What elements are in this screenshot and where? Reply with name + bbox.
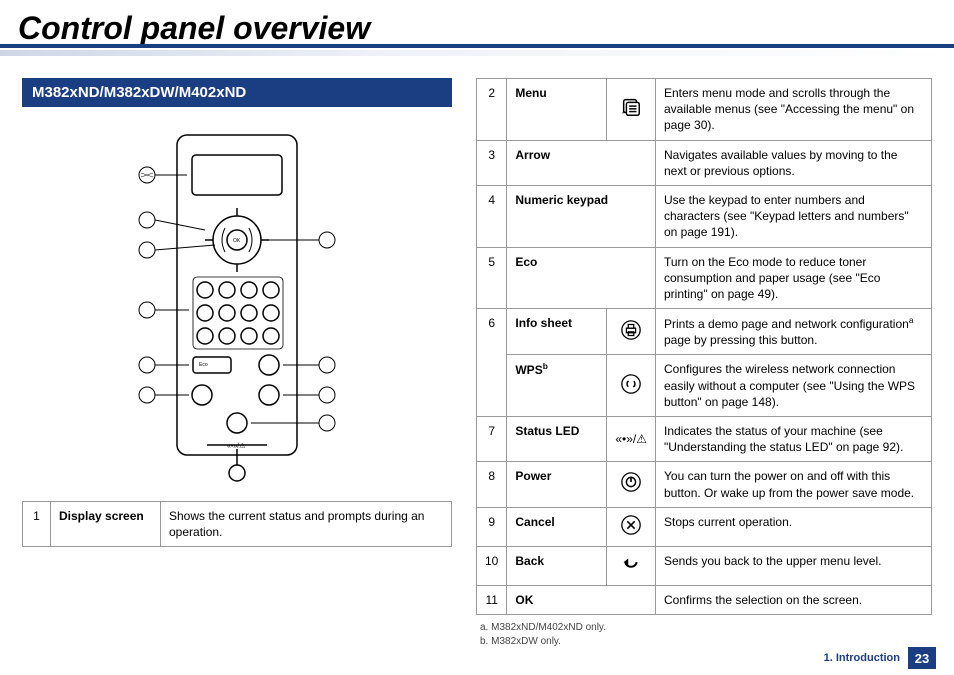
- cell-num: 6: [477, 309, 507, 417]
- page-number: 23: [908, 647, 936, 669]
- table-row: 4 Numeric keypad Use the keypad to enter…: [477, 185, 932, 247]
- cell-name: Menu: [507, 79, 607, 141]
- cell-desc: You can turn the power on and off with t…: [656, 462, 932, 507]
- cell-name: Display screen: [51, 502, 161, 547]
- svg-text:OK: OK: [233, 238, 241, 244]
- header-rule: [0, 44, 954, 58]
- table-left: 1 Display screen Shows the current statu…: [22, 501, 452, 547]
- print-icon: [607, 309, 656, 355]
- footnotes: a. M382xND/M402xND only. b. M382xDW only…: [476, 615, 932, 649]
- cell-name: Numeric keypad: [507, 185, 656, 247]
- cell-name: Info sheet: [507, 309, 607, 355]
- cell-desc: Sends you back to the upper menu level.: [656, 546, 932, 585]
- cell-name: Back: [507, 546, 607, 585]
- cell-num: 4: [477, 185, 507, 247]
- cell-num: 8: [477, 462, 507, 507]
- cell-desc: Prints a demo page and network configura…: [656, 309, 932, 355]
- cell-desc: Use the keypad to enter numbers and char…: [656, 185, 932, 247]
- cell-num: 10: [477, 546, 507, 585]
- cell-name: OK: [507, 586, 656, 615]
- cell-num: 11: [477, 586, 507, 615]
- cell-num: 1: [23, 502, 51, 547]
- table-row: 9 Cancel Stops current operation.: [477, 507, 932, 546]
- table-row: 5 Eco Turn on the Eco mode to reduce ton…: [477, 247, 932, 309]
- page-title: Control panel overview: [0, 0, 954, 47]
- cell-desc: Enters menu mode and scrolls through the…: [656, 79, 932, 141]
- cell-desc: Indicates the status of your machine (se…: [656, 417, 932, 462]
- table-row: 10 Back Sends you back to the upper menu…: [477, 546, 932, 585]
- svg-text:*: *: [622, 109, 625, 118]
- cell-num: 9: [477, 507, 507, 546]
- cell-num: 5: [477, 247, 507, 309]
- cell-desc: Navigates available values by moving to …: [656, 140, 932, 185]
- status-led-icon: «•»/⚠: [607, 417, 656, 462]
- table-row: 8 Power You can turn the power on and of…: [477, 462, 932, 507]
- table-right: 2 Menu * Enters menu mode and scrolls th…: [476, 78, 932, 615]
- table-row: 7 Status LED «•»/⚠ Indicates the status …: [477, 417, 932, 462]
- cell-desc: Shows the current status and prompts dur…: [161, 502, 452, 547]
- svg-text:«•»/⚠: «•»/⚠: [227, 442, 245, 450]
- footnote-a: a. M382xND/M402xND only.: [480, 621, 928, 635]
- table-row: 11 OK Confirms the selection on the scre…: [477, 586, 932, 615]
- control-panel-diagram: OK Eco «•»/⚠: [22, 125, 452, 485]
- table-row: 6 Info sheet Prints a demo page and netw…: [477, 309, 932, 355]
- cell-desc: Stops current operation.: [656, 507, 932, 546]
- table-row: 2 Menu * Enters menu mode and scrolls th…: [477, 79, 932, 141]
- wps-icon: [607, 355, 656, 417]
- cell-name: Status LED: [507, 417, 607, 462]
- cell-name: Cancel: [507, 507, 607, 546]
- cell-name: Eco: [507, 247, 656, 309]
- cell-num: 7: [477, 417, 507, 462]
- cell-name: Power: [507, 462, 607, 507]
- cell-num: 3: [477, 140, 507, 185]
- table-row: 1 Display screen Shows the current statu…: [23, 502, 452, 547]
- cell-desc: Confirms the selection on the screen.: [656, 586, 932, 615]
- page-header: Control panel overview: [0, 0, 954, 68]
- table-row: 3 Arrow Navigates available values by mo…: [477, 140, 932, 185]
- power-icon: [607, 462, 656, 507]
- model-band: M382xND/M382xDW/M402xND: [22, 78, 452, 107]
- page-footer: 1. Introduction 23: [824, 647, 936, 669]
- cancel-icon: [607, 507, 656, 546]
- table-row: WPSb Configures the wireless network con…: [477, 355, 932, 417]
- chapter-label: 1. Introduction: [824, 652, 900, 664]
- cell-desc: Turn on the Eco mode to reduce toner con…: [656, 247, 932, 309]
- menu-icon: *: [607, 79, 656, 141]
- cell-num: 2: [477, 79, 507, 141]
- back-icon: [607, 546, 656, 585]
- cell-name: Arrow: [507, 140, 656, 185]
- cell-name: WPSb: [507, 355, 607, 417]
- cell-desc: Configures the wireless network connecti…: [656, 355, 932, 417]
- svg-text:Eco: Eco: [199, 362, 208, 368]
